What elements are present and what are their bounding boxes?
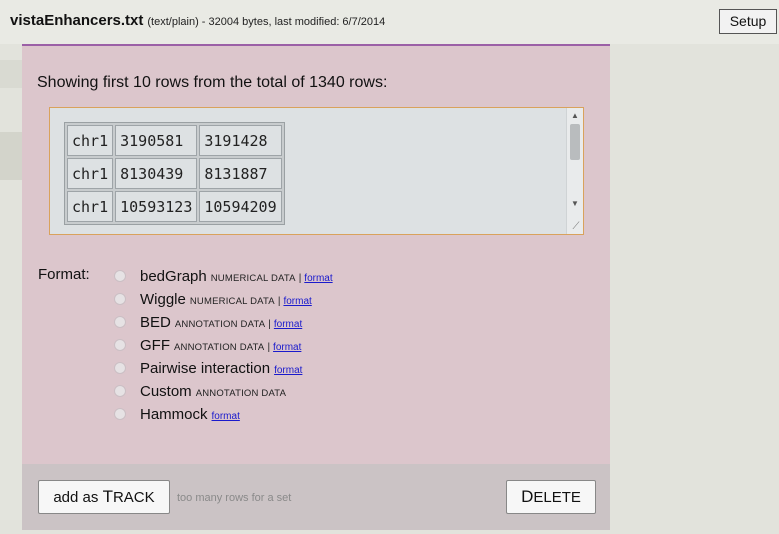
format-radio[interactable] (114, 293, 126, 305)
resize-grip-icon[interactable]: ⟋ (571, 222, 581, 232)
track-import-dialog: Showing first 10 rows from the total of … (22, 44, 610, 530)
format-radio[interactable] (114, 385, 126, 397)
format-separator: | (298, 273, 302, 284)
rows-summary-heading: Showing first 10 rows from the total of … (37, 74, 388, 91)
format-separator: | (267, 342, 271, 353)
preview-cell: 3191428 (199, 125, 282, 156)
format-title: Custom (140, 383, 192, 400)
set-hint-text: too many rows for a set (177, 492, 292, 504)
format-help-link[interactable]: format (273, 342, 301, 353)
preview-row: chr1 3190581 3191428 (67, 125, 282, 156)
preview-cell: 10593123 (115, 191, 198, 222)
add-track-rest: RACK (112, 489, 155, 506)
format-title: Pairwise interaction (140, 360, 271, 377)
format-radio[interactable] (114, 408, 126, 420)
delete-rest: ELETE (533, 489, 581, 506)
format-kind: annotation data (195, 388, 287, 399)
format-help-link[interactable]: format (274, 319, 302, 330)
format-name: BED annotation data | format (140, 314, 302, 331)
background-band (610, 40, 779, 534)
preview-row: chr1 8130439 8131887 (67, 158, 282, 189)
format-separator: | (268, 319, 271, 330)
format-title: Hammock (140, 406, 208, 423)
add-track-prefix: add as (53, 489, 103, 506)
preview-table: chr1 3190581 3191428 chr1 8130439 8131887 chr1… (64, 122, 285, 225)
preview-row: chr1 10593123 10594209 (67, 191, 282, 222)
format-name: Pairwise interaction format (140, 360, 302, 377)
data-preview-box[interactable]: chr1 3190581 3191428 chr1 8130439 8131887 chr1… (49, 107, 584, 235)
scroll-thumb[interactable] (570, 124, 580, 160)
delete-initial: D (521, 487, 534, 506)
format-kind: annotation data (174, 319, 266, 330)
format-name: Wiggle numerical data | format (140, 291, 312, 308)
format-help-link[interactable]: format (304, 273, 332, 284)
file-title: vistaEnhancers.txt (text/plain) - 32004 b… (10, 12, 385, 29)
format-radio[interactable] (114, 339, 126, 351)
format-name: Hammock format (140, 406, 240, 423)
format-kind: numerical data (210, 273, 296, 284)
format-help-link[interactable]: format (212, 411, 240, 422)
format-kind: numerical data (189, 296, 275, 307)
scroll-up-icon[interactable]: ▲ (569, 110, 581, 122)
file-name: vistaEnhancers.txt (10, 12, 144, 29)
preview-cell: chr1 (67, 125, 114, 156)
scroll-down-icon[interactable]: ▼ (569, 198, 581, 210)
format-help-link[interactable]: format (283, 296, 311, 307)
preview-cell: 8131887 (199, 158, 282, 189)
format-title: GFF (140, 337, 170, 354)
format-label: Format: (38, 266, 90, 283)
format-name: Custom annotation data (140, 383, 286, 400)
format-name: GFF annotation data | format (140, 337, 301, 354)
format-help-link[interactable]: format (274, 365, 302, 376)
format-radio[interactable] (114, 270, 126, 282)
delete-button[interactable]: DELETE (506, 480, 596, 514)
preview-cell: 8130439 (115, 158, 198, 189)
file-header: vistaEnhancers.txt (text/plain) - 32004 b… (0, 0, 779, 44)
format-name: bedGraph numerical data | format (140, 268, 333, 285)
setup-button[interactable]: Setup (719, 9, 777, 34)
format-kind: annotation data (174, 342, 265, 353)
file-meta: (text/plain) - 32004 bytes, last modifie… (147, 16, 386, 28)
format-title: bedGraph (140, 268, 207, 285)
preview-cell: chr1 (67, 158, 114, 189)
dialog-accent-line (22, 44, 610, 46)
format-title: Wiggle (140, 291, 186, 308)
preview-cell: 3190581 (115, 125, 198, 156)
format-radio[interactable] (114, 362, 126, 374)
add-track-initial: T (102, 487, 113, 506)
add-as-track-button[interactable]: add as TRACK (38, 480, 170, 514)
dialog-footer: add as TRACK too many rows for a set DEL… (22, 464, 610, 530)
preview-cell: 10594209 (199, 191, 282, 222)
preview-cell: chr1 (67, 191, 114, 222)
format-title: BED (140, 314, 171, 331)
format-radio[interactable] (114, 316, 126, 328)
format-separator: | (277, 296, 281, 307)
preview-scrollbar[interactable]: ▲ ▼ (566, 108, 583, 234)
